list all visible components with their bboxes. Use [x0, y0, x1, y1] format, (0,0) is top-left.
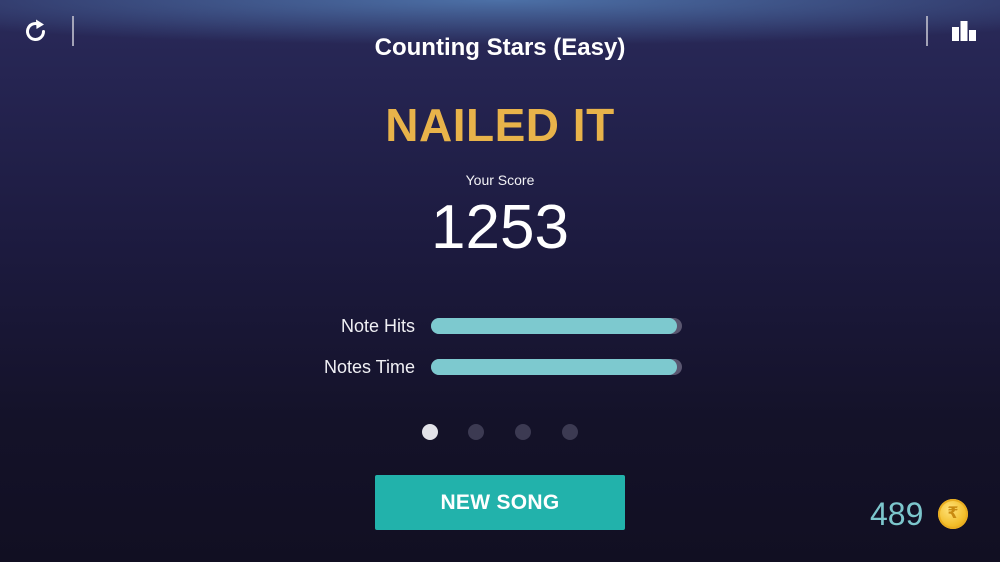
progress-bar-track — [431, 359, 682, 375]
result-headline: NAILED IT — [385, 99, 615, 151]
leaderboard-icon — [952, 21, 976, 41]
page-dot-3[interactable] — [515, 424, 531, 440]
header-divider-right — [926, 16, 928, 46]
coin-count: 489 — [870, 496, 924, 532]
progress-bar-fill — [431, 318, 677, 334]
score-value: 1253 — [431, 193, 569, 262]
page-dot-2[interactable] — [468, 424, 484, 440]
new-song-button[interactable]: NEW SONG — [375, 475, 625, 530]
score-label: Your Score — [465, 172, 535, 188]
stat-note-hits: Note Hits — [0, 314, 1000, 338]
page-dot-4[interactable] — [562, 424, 578, 440]
progress-bar-fill — [431, 359, 677, 375]
coin-icon: ₹ — [938, 499, 968, 529]
coin-glyph: ₹ — [947, 505, 959, 522]
stat-label: Note Hits — [340, 316, 415, 336]
progress-bar-track — [431, 318, 682, 334]
song-title: Counting Stars (Easy) — [374, 34, 626, 61]
stat-label: Notes Time — [323, 357, 415, 377]
page-dot-1[interactable] — [422, 424, 438, 440]
page-indicator — [0, 424, 1000, 440]
stat-notes-time: Notes Time — [0, 355, 1000, 379]
leaderboard-button[interactable] — [950, 18, 978, 44]
